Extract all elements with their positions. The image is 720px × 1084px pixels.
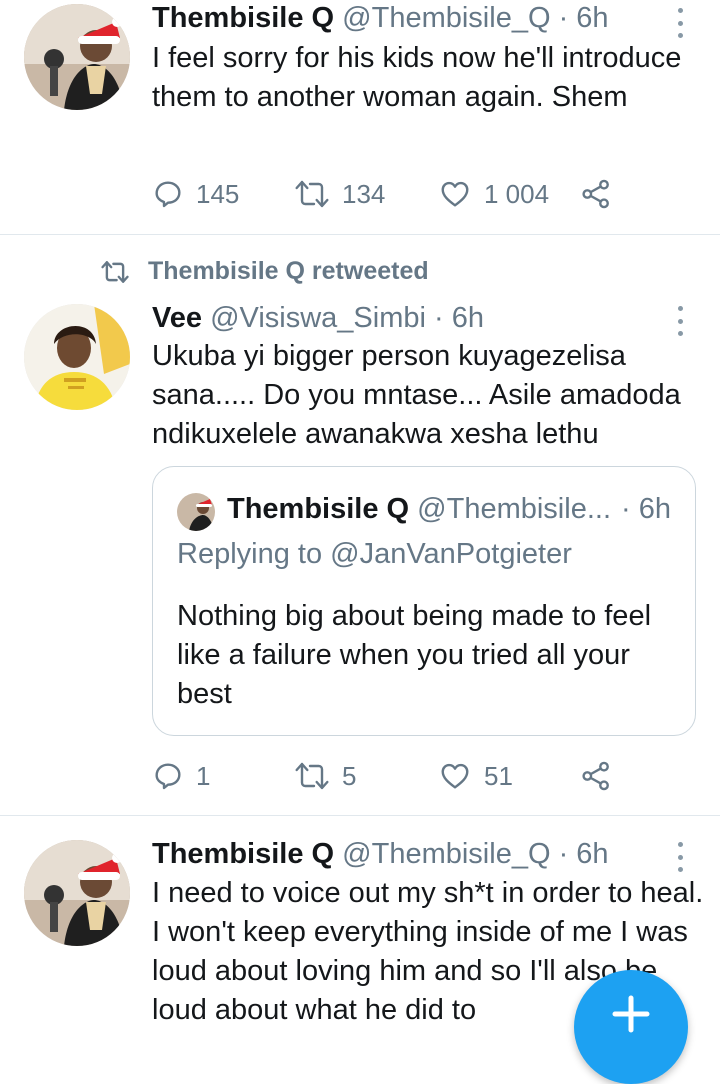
like-count: 1 004 <box>484 178 550 209</box>
author-handle[interactable]: @Thembisile_Q <box>342 838 550 870</box>
tweet-actions: 1 5 51 <box>152 756 692 796</box>
retweet-button[interactable]: 5 <box>294 756 356 796</box>
retweet-count: 134 <box>342 178 386 209</box>
quoted-tweet[interactable]: Thembisile Q @Thembisile... · 6h Replyin… <box>152 466 696 736</box>
author-handle[interactable]: @Visiswa_Simbi <box>210 302 426 334</box>
tweet-header: Thembisile Q @Thembisile_Q · 6h <box>152 836 609 872</box>
heart-icon <box>441 763 469 789</box>
reply-button[interactable]: 145 <box>152 174 239 214</box>
share-icon <box>582 179 609 209</box>
reply-icon <box>155 181 181 208</box>
quote-text: Nothing big about being made to feel lik… <box>177 600 652 710</box>
timestamp[interactable]: · 6h <box>559 2 609 34</box>
avatar[interactable] <box>24 304 130 410</box>
timestamp[interactable]: · 6h <box>621 491 671 527</box>
author-name[interactable]: Thembisile Q <box>152 838 334 870</box>
compose-tweet-button[interactable] <box>574 970 688 1084</box>
tweet-thembisile-1[interactable]: Thembisile Q @Thembisile_Q · 6h I feel s… <box>0 0 720 234</box>
author-name[interactable]: Thembisile Q <box>227 493 409 525</box>
retweet-icon <box>295 180 329 208</box>
author-handle[interactable]: @Thembisile_Q <box>342 2 550 34</box>
like-button[interactable]: 1 004 <box>438 174 549 214</box>
replying-to[interactable]: Replying to @JanVanPotgieter <box>177 536 572 572</box>
tweet-header: Vee @Visiswa_Simbi · 6h <box>152 300 484 336</box>
reply-count: 1 <box>196 760 211 791</box>
retweet-button[interactable]: 134 <box>294 174 385 214</box>
quote-header: Thembisile Q @Thembisile... <box>227 491 611 527</box>
like-count: 51 <box>484 760 513 791</box>
like-button[interactable]: 51 <box>438 756 513 796</box>
author-handle[interactable]: @Thembisile... <box>417 493 611 525</box>
retweeted-label[interactable]: Thembisile Q retweeted <box>148 257 429 286</box>
tweet-text: I feel sorry for his kids now he'll intr… <box>152 42 682 113</box>
retweet-icon <box>295 762 329 790</box>
tweet-text: Ukuba yi bigger person kuyagezelisa sana… <box>152 340 681 450</box>
tweet-actions: 145 134 1 004 <box>152 174 692 214</box>
timestamp[interactable]: · 6h <box>559 838 609 870</box>
author-name[interactable]: Vee <box>152 302 202 334</box>
author-name[interactable]: Thembisile Q <box>152 2 334 34</box>
share-icon <box>582 761 609 791</box>
reply-count: 145 <box>196 178 240 209</box>
plus-icon <box>612 995 650 1033</box>
more-vertical-icon[interactable] <box>668 306 692 336</box>
retweeted-banner: Thembisile Q retweeted <box>100 257 429 286</box>
timestamp[interactable]: · 6h <box>434 302 484 334</box>
reply-icon <box>155 763 181 790</box>
avatar[interactable] <box>24 4 130 110</box>
share-button[interactable] <box>580 756 612 796</box>
tweet-header: Thembisile Q @Thembisile_Q · 6h <box>152 0 609 36</box>
reply-button[interactable]: 1 <box>152 756 210 796</box>
retweet-count: 5 <box>342 760 357 791</box>
avatar[interactable] <box>24 840 130 946</box>
share-button[interactable] <box>580 174 612 214</box>
heart-icon <box>441 181 469 207</box>
retweet-icon <box>101 260 129 283</box>
more-vertical-icon[interactable] <box>668 842 692 872</box>
tweet-vee[interactable]: Thembisile Q retweeted Vee @Visiswa_Simb… <box>0 235 720 815</box>
avatar[interactable] <box>177 493 215 531</box>
more-vertical-icon[interactable] <box>668 8 692 38</box>
